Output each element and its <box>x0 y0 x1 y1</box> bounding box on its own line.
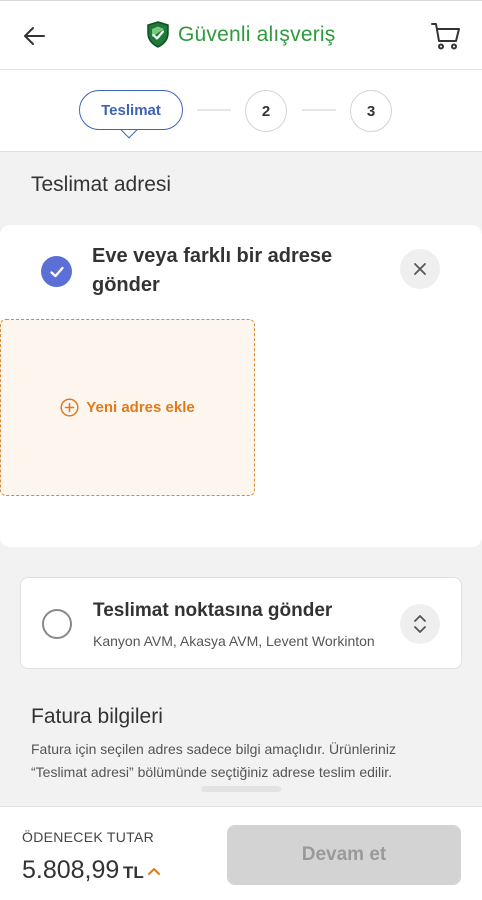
step-connector <box>197 109 231 111</box>
page-title: Güvenli alışveriş <box>178 22 336 46</box>
pickup-point-title: Teslimat noktasına gönder <box>93 600 333 621</box>
check-icon <box>49 266 64 277</box>
scroll-indicator <box>201 786 281 792</box>
pickup-point-locations: Kanyon AVM, Akasya AVM, Levent Workinton <box>93 633 375 649</box>
step-delivery[interactable]: Teslimat <box>79 90 183 130</box>
checkout-stepper: Teslimat 2 3 <box>0 70 482 152</box>
plus-circle-icon <box>60 398 79 417</box>
step-3[interactable]: 3 <box>350 90 392 132</box>
pickup-point-radio[interactable] <box>42 609 72 639</box>
cart-icon <box>431 23 460 50</box>
total-details-toggle[interactable] <box>146 863 162 879</box>
back-button[interactable] <box>20 21 50 51</box>
invoice-description: Fatura için seçilen adres sadece bilgi a… <box>31 741 396 780</box>
add-address-button[interactable]: Yeni adres ekle <box>0 319 255 496</box>
home-delivery-title: Eve veya farklı bir adrese gönder <box>92 245 333 296</box>
shield-check-icon <box>147 21 169 48</box>
delivery-section-title: Teslimat adresi <box>31 173 172 196</box>
total-label: ÖDENECEK TUTAR <box>22 829 155 845</box>
close-button[interactable] <box>400 249 440 289</box>
add-address-label: Yeni adres ekle <box>86 399 195 416</box>
top-bar: Güvenli alışveriş <box>0 0 482 70</box>
brand: Güvenli alışveriş <box>146 21 335 48</box>
invoice-section-title: Fatura bilgileri <box>31 705 163 728</box>
arrow-left-icon <box>24 27 45 45</box>
payment-footer: ÖDENECEK TUTAR 5.808,99 TL Devam et <box>0 806 482 900</box>
total-amount: 5.808,99 <box>22 856 120 884</box>
chevron-up-icon <box>148 868 160 875</box>
cart-button[interactable] <box>430 20 462 52</box>
step-connector <box>302 109 336 111</box>
home-delivery-radio[interactable] <box>41 256 72 287</box>
close-icon <box>414 263 426 275</box>
chevron-up-down-icon <box>414 615 426 633</box>
pickup-point-option[interactable]: Teslimat noktasına gönder Kanyon AVM, Ak… <box>20 577 462 669</box>
expand-button[interactable] <box>400 604 440 644</box>
continue-button[interactable]: Devam et <box>227 825 461 885</box>
total-currency: TL <box>123 863 144 882</box>
step-2[interactable]: 2 <box>245 90 287 132</box>
